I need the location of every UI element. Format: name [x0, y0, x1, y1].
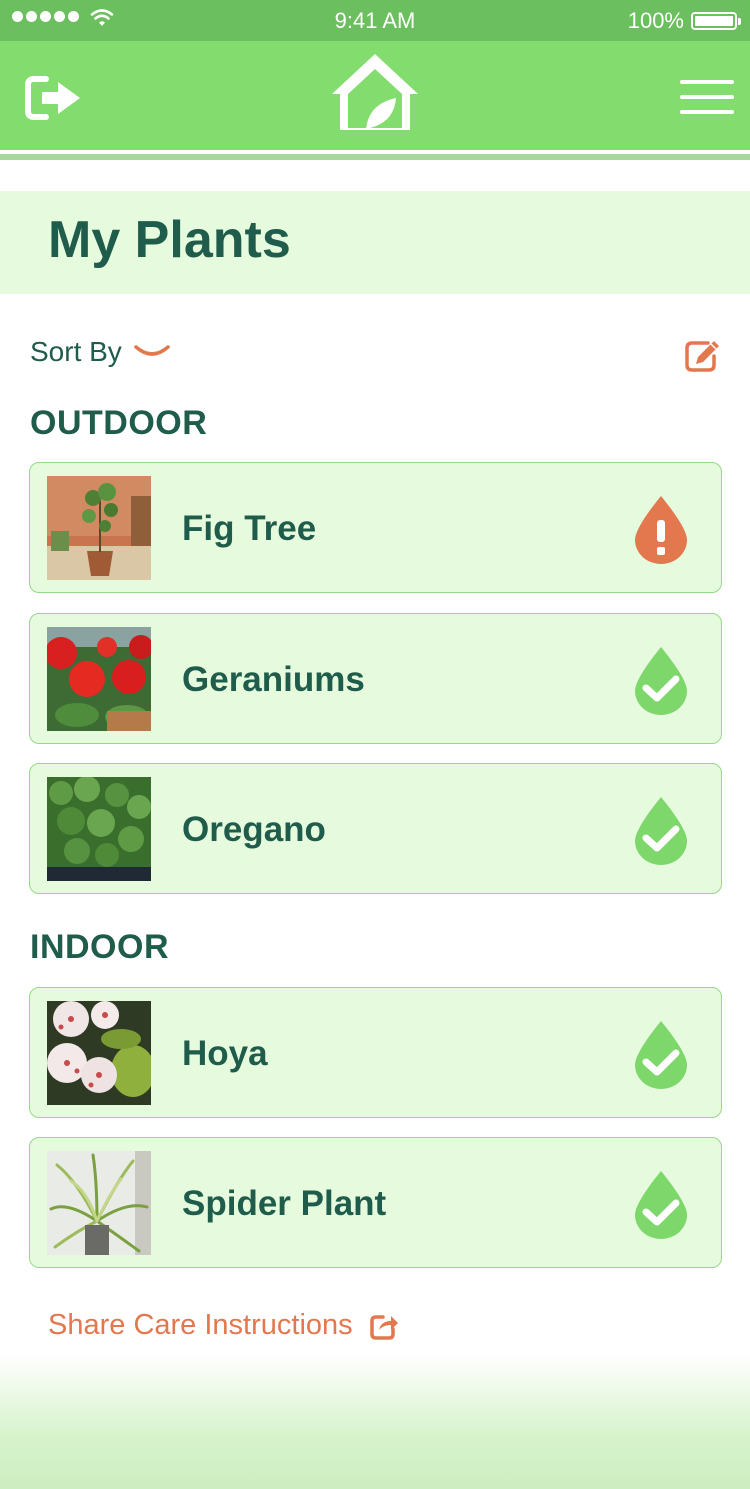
plant-name: Hoya [182, 1034, 268, 1073]
plant-card-oregano[interactable]: Oregano [29, 763, 722, 894]
water-alert-icon [635, 496, 687, 564]
menu-button[interactable] [680, 80, 734, 120]
edit-button[interactable] [684, 338, 722, 372]
chevron-down-icon [134, 345, 170, 356]
bottom-gradient [0, 1355, 750, 1489]
water-ok-icon [635, 1171, 687, 1239]
plant-photo [47, 627, 151, 731]
share-icon [369, 1314, 398, 1340]
plant-photo [47, 476, 151, 580]
plant-photo [47, 1151, 151, 1255]
hamburger-menu-icon [680, 80, 734, 84]
water-ok-icon [635, 797, 687, 865]
share-care-instructions-link[interactable]: Share Care Instructions [48, 1309, 399, 1342]
water-ok-icon [635, 1021, 687, 1089]
section-heading-indoor: INDOOR [30, 928, 169, 966]
plant-name: Oregano [182, 810, 326, 849]
plant-card-geraniums[interactable]: Geraniums [29, 613, 722, 744]
header-divider-shadow [0, 154, 750, 160]
battery-percentage: 100% [627, 8, 684, 33]
sort-by-dropdown[interactable]: Sort By [30, 336, 170, 368]
status-bar: 9:41 AM 100% [0, 0, 750, 41]
logout-icon [25, 76, 80, 120]
plant-name: Fig Tree [182, 509, 317, 548]
logout-button[interactable] [24, 73, 84, 123]
page-title: My Plants [48, 211, 291, 269]
home-leaf-icon [332, 54, 418, 130]
sort-by-label: Sort By [30, 336, 122, 367]
battery-icon [691, 12, 741, 30]
plant-photo [47, 777, 151, 881]
plant-card-fig-tree[interactable]: Fig Tree [29, 462, 722, 593]
edit-icon [685, 341, 719, 372]
plant-name: Spider Plant [182, 1184, 387, 1223]
share-label: Share Care Instructions [48, 1309, 353, 1341]
plant-card-hoya[interactable]: Hoya [29, 987, 722, 1118]
home-logo[interactable] [330, 52, 420, 132]
plant-name: Geraniums [182, 660, 365, 699]
section-heading-outdoor: OUTDOOR [30, 404, 208, 442]
plant-card-spider-plant[interactable]: Spider Plant [29, 1137, 722, 1268]
water-ok-icon [635, 647, 687, 715]
plant-photo [47, 1001, 151, 1105]
